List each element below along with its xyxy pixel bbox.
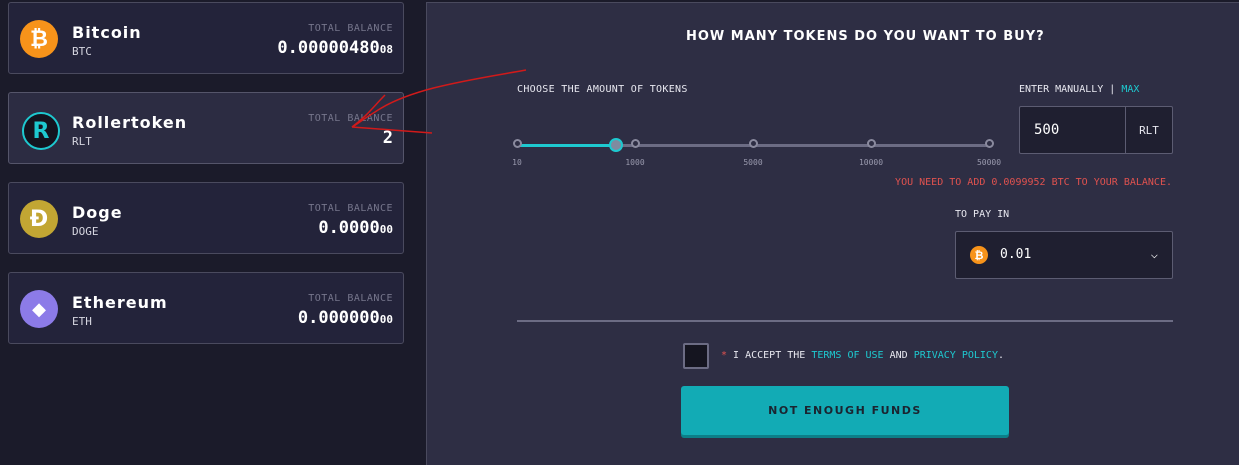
amount-box: RLT (1019, 106, 1173, 154)
insufficient-balance-warning: You need to add 0.0099952 BTC to your ba… (895, 177, 1172, 188)
coin-code: DOGE (72, 225, 99, 238)
slider-tick-label: 10000 (858, 158, 884, 167)
slider-tick-label: 10 (512, 158, 522, 167)
coin-code: BTC (72, 45, 92, 58)
slider-label: Choose the amount of tokens (517, 84, 688, 95)
pay-label: To pay in (955, 209, 1010, 220)
coin-code: ETH (72, 315, 92, 328)
slider-fill (517, 144, 617, 147)
coin-name: Ethereum (72, 293, 168, 312)
chevron-down-icon: ⌵ (1150, 247, 1158, 261)
ethereum-icon: ◆ (20, 290, 58, 328)
slider-tick-label: 50000 (976, 158, 1002, 167)
balance-label: Total balance (308, 293, 393, 304)
coin-name: Rollertoken (72, 113, 188, 132)
panel-heading: How many tokens do you want to buy? (686, 29, 1045, 44)
balance-value: 0.00000000 (297, 308, 393, 328)
slider-stop[interactable] (985, 139, 994, 148)
balance-label: Total balance (308, 203, 393, 214)
accept-terms-text: * I accept the Terms of Use and Privacy … (721, 350, 1005, 361)
rollertoken-icon: R (22, 112, 60, 150)
slider-stop[interactable] (631, 139, 640, 148)
slider-tick-label: 1000 (625, 158, 645, 167)
pay-value: 0.01 (1000, 247, 1032, 262)
manual-label: Enter manually | Max (1019, 84, 1140, 95)
buy-panel: How many tokens do you want to buy? Choo… (426, 2, 1239, 465)
slider-thumb[interactable] (609, 138, 624, 152)
balance-label: Total balance (308, 23, 393, 34)
slider-tick-label: 5000 (743, 158, 763, 167)
balance-value: 0.000000 (318, 218, 393, 238)
wallet-card-bitcoin[interactable]: ₿ Bitcoin BTC Total balance 0.0000048008 (8, 2, 404, 74)
buy-button[interactable]: Not enough funds (681, 386, 1009, 435)
balance-value: 0.0000048008 (277, 38, 393, 58)
coin-code: RLT (72, 135, 92, 148)
accept-terms-checkbox[interactable] (683, 343, 709, 369)
pay-currency-select[interactable]: ₿ 0.01 ⌵ (955, 231, 1173, 279)
balance-label: Total balance (308, 113, 393, 124)
amount-input[interactable] (1020, 107, 1125, 153)
privacy-link[interactable]: Privacy Policy (914, 350, 998, 361)
max-link[interactable]: Max (1121, 84, 1139, 95)
slider-stop[interactable] (513, 139, 522, 148)
balance-value: 2 (382, 128, 393, 148)
coin-name: Doge (72, 203, 123, 222)
bitcoin-icon: ₿ (970, 246, 988, 264)
coin-name: Bitcoin (72, 23, 142, 42)
slider-stop[interactable] (867, 139, 876, 148)
slider-stop[interactable] (749, 139, 758, 148)
doge-icon: Ð (20, 200, 58, 238)
terms-link[interactable]: Terms of Use (811, 350, 883, 361)
amount-unit: RLT (1125, 107, 1172, 153)
wallet-card-doge[interactable]: Ð Doge DOGE Total balance 0.000000 (8, 182, 404, 254)
wallet-card-ethereum[interactable]: ◆ Ethereum ETH Total balance 0.00000000 (8, 272, 404, 344)
divider (517, 320, 1173, 322)
bitcoin-icon: ₿ (20, 20, 58, 58)
wallet-card-rollertoken[interactable]: R Rollertoken RLT Total balance 2 (8, 92, 404, 164)
